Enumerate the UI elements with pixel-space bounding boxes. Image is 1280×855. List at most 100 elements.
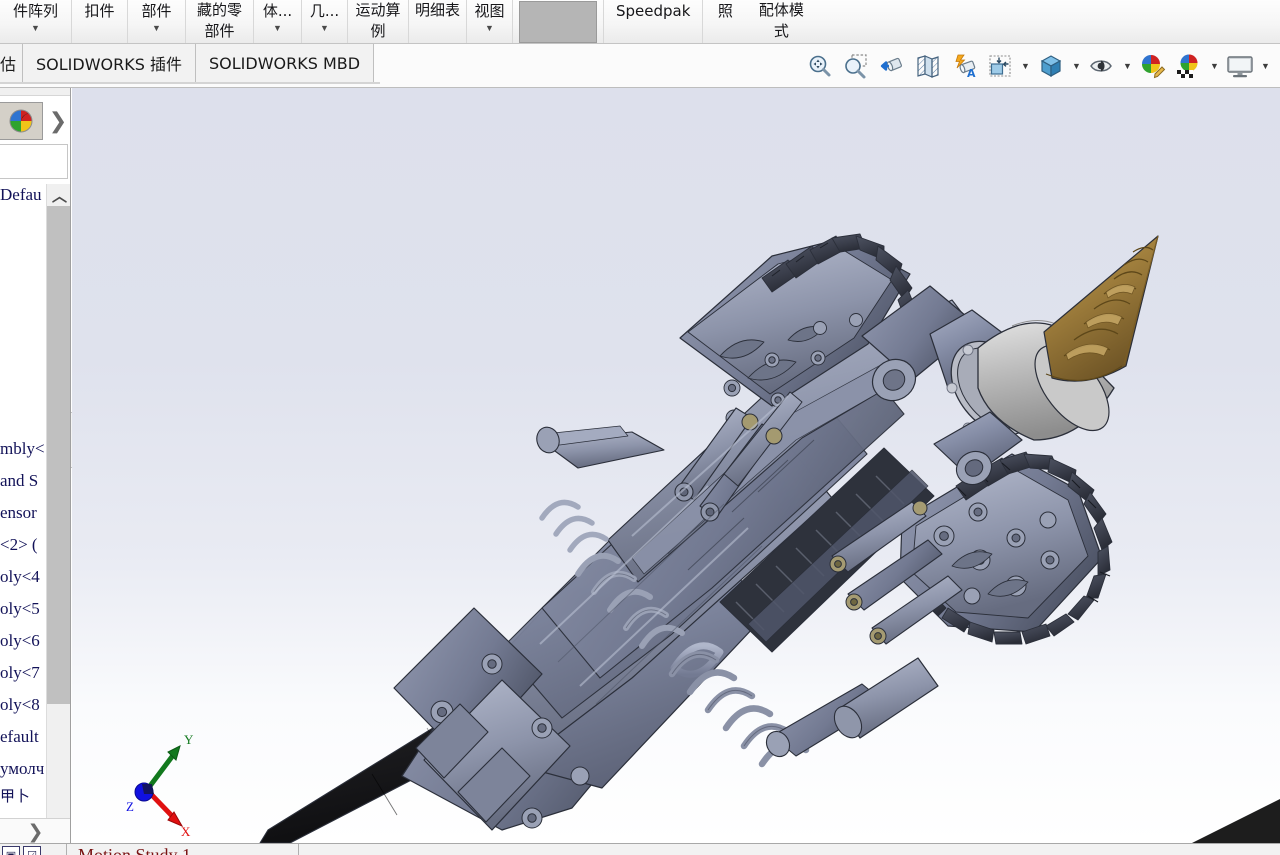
ribbon-item-component[interactable]: 部件 ▼: [128, 0, 186, 43]
chevron-down-icon[interactable]: ▼: [485, 23, 494, 33]
model-tab-icon[interactable]: ▣: [2, 846, 20, 855]
zoom-to-fit-icon[interactable]: [803, 48, 837, 84]
tree-item-label: oly<8: [0, 695, 40, 714]
ribbon-item-photo[interactable]: 照: [703, 0, 747, 43]
ribbon-item-bill-of-materials[interactable]: 明细表: [409, 0, 468, 43]
ribbon-item-label: 部件: [141, 2, 172, 20]
svg-text:Y: Y: [184, 732, 194, 747]
chevron-down-icon[interactable]: ▼: [1070, 48, 1083, 84]
tree-item-label: oly<6: [0, 631, 40, 650]
chevron-down-icon[interactable]: ▼: [1208, 48, 1221, 84]
panel-tab-feature-manager[interactable]: [0, 102, 43, 140]
ribbon-item-label: 明细表: [415, 1, 461, 19]
document-tab-bar: ▣ ☑ Motion Study 1: [0, 843, 1280, 855]
ribbon-item-label: 扣件: [84, 2, 115, 20]
view-settings-icon[interactable]: [1223, 48, 1257, 84]
edit-appearance-icon[interactable]: [1136, 48, 1170, 84]
ribbon-item-label: 运动算例: [355, 1, 401, 40]
tree-item-label: oly<5: [0, 599, 40, 618]
panel-expand-button[interactable]: ❯: [45, 102, 70, 140]
ribbon-item-large-assembly-mode[interactable]: 配体模式: [747, 0, 815, 43]
apply-scene-icon[interactable]: [1172, 48, 1206, 84]
svg-text:A: A: [967, 67, 976, 80]
document-tab-icons: ▣ ☑: [2, 844, 41, 855]
chevron-down-icon[interactable]: ▼: [152, 23, 161, 33]
tree-item-label: умолч: [0, 759, 45, 778]
feature-manager-panel: ❯ Defau mbly< and S ensor <2> ( oly<4 ol…: [0, 88, 71, 855]
tree-item-label: oly<4: [0, 567, 40, 586]
ribbon-item-linear-component-pattern[interactable]: 件阵列 ▼: [0, 0, 72, 43]
tab-label: SOLIDWORKS MBD: [209, 53, 361, 73]
ribbon-item-label: 几...: [309, 2, 340, 20]
configuration-label: Defau: [0, 185, 42, 204]
motion-study-tab[interactable]: Motion Study 1: [78, 844, 191, 855]
motion-study-tab-icon[interactable]: ☑: [23, 846, 41, 855]
ribbon-item-label: 件阵列: [12, 2, 58, 20]
ribbon-item-speedpak[interactable]: Speedpak: [604, 0, 704, 43]
tab-label: 估: [0, 55, 17, 74]
tree-item-label: oly<7: [0, 663, 40, 682]
tree-item-label: efault: [0, 727, 39, 746]
feature-tree-scrollbar[interactable]: ︿ ﹀: [46, 184, 70, 855]
display-style-icon[interactable]: [1034, 48, 1068, 84]
panel-divider: [0, 88, 70, 96]
svg-text:Z: Z: [126, 799, 134, 814]
tab-row: 估 SOLIDWORKS 插件 SOLIDWORKS MBD A ▼ ▼ ▼ ▼…: [0, 44, 1280, 88]
y-axis: Y: [145, 732, 194, 792]
panel-bottom-expand-button[interactable]: ❯: [0, 818, 70, 846]
ribbon-item-motion-study[interactable]: 运动算例: [348, 0, 409, 43]
graphics-viewport[interactable]: Y X Z: [72, 88, 1280, 843]
view-orientation-lightning-icon[interactable]: A: [947, 48, 981, 84]
command-ribbon: 件阵列 ▼ 扣件 部件 ▼ 藏的零部件 体... ▼ 几... ▼ 运动算例 明…: [0, 0, 1280, 44]
ribbon-item-label: 配体模式: [758, 1, 804, 40]
motion-study-tab-label: Motion Study 1: [78, 844, 192, 855]
chevron-down-icon[interactable]: ▼: [1121, 48, 1134, 84]
unloaded-icon-placeholder: [519, 1, 598, 43]
ribbon-item-view[interactable]: 视图 ▼: [467, 0, 514, 43]
tab-solidworks-addins[interactable]: SOLIDWORKS 插件: [23, 44, 196, 82]
previous-view-icon[interactable]: [875, 48, 909, 84]
viewport-corner-marker: [1192, 799, 1280, 843]
zoom-to-area-icon[interactable]: [839, 48, 873, 84]
hide-show-items-icon[interactable]: [1085, 48, 1119, 84]
ribbon-item-fastener[interactable]: 扣件: [72, 0, 128, 43]
solidworks-window: 件阵列 ▼ 扣件 部件 ▼ 藏的零部件 体... ▼ 几... ▼ 运动算例 明…: [0, 0, 1280, 855]
tree-item-label: and S: [0, 471, 39, 490]
solidworks-logo-icon: [9, 109, 33, 133]
scroll-up-arrow-icon[interactable]: ︿: [47, 184, 70, 206]
command-manager-tabs: 估 SOLIDWORKS 插件 SOLIDWORKS MBD: [0, 44, 375, 82]
view-orientation-icon[interactable]: [983, 48, 1017, 84]
panel-tab-bar: ❯: [0, 102, 70, 140]
svg-text:X: X: [181, 824, 191, 838]
tree-item-label: mbly<: [0, 439, 45, 458]
chevron-down-icon[interactable]: ▼: [273, 23, 282, 33]
tab-underline: [0, 82, 380, 84]
tab-separator: [298, 844, 299, 855]
feature-search-input[interactable]: [0, 144, 68, 179]
ribbon-item-placeholder[interactable]: [513, 0, 605, 43]
ribbon-item-body[interactable]: 体... ▼: [254, 0, 302, 43]
scrollbar-thumb[interactable]: [47, 206, 70, 704]
tree-item-label: 甲卜: [0, 787, 31, 805]
view-toolbar: A ▼ ▼ ▼ ▼ ▼: [803, 46, 1272, 86]
tab-evaluate[interactable]: 估: [0, 44, 24, 82]
chevron-down-icon[interactable]: ▼: [1019, 48, 1032, 84]
tree-item-label: ensor: [0, 503, 37, 522]
ribbon-item-label: Speedpak: [616, 2, 691, 20]
ribbon-item-label: 照: [717, 2, 733, 20]
ribbon-item-label: 体...: [262, 2, 293, 20]
ribbon-item-geometry[interactable]: 几... ▼: [302, 0, 348, 43]
chevron-down-icon[interactable]: ▼: [320, 23, 329, 33]
tab-separator: [66, 844, 67, 855]
ribbon-item-label: 视图: [474, 2, 505, 20]
ribbon-item-label: 藏的零部件: [196, 1, 242, 40]
orientation-triad: Y X Z: [126, 732, 194, 838]
tab-solidworks-mbd[interactable]: SOLIDWORKS MBD: [196, 44, 375, 82]
ribbon-item-hidden-components[interactable]: 藏的零部件: [186, 0, 254, 43]
x-axis: X: [145, 788, 191, 838]
tab-label: SOLIDWORKS 插件: [36, 55, 182, 74]
chevron-down-icon[interactable]: ▼: [1259, 48, 1272, 84]
section-view-icon[interactable]: [911, 48, 945, 84]
tree-item-label: <2> (: [0, 535, 38, 554]
chevron-down-icon[interactable]: ▼: [31, 23, 40, 33]
